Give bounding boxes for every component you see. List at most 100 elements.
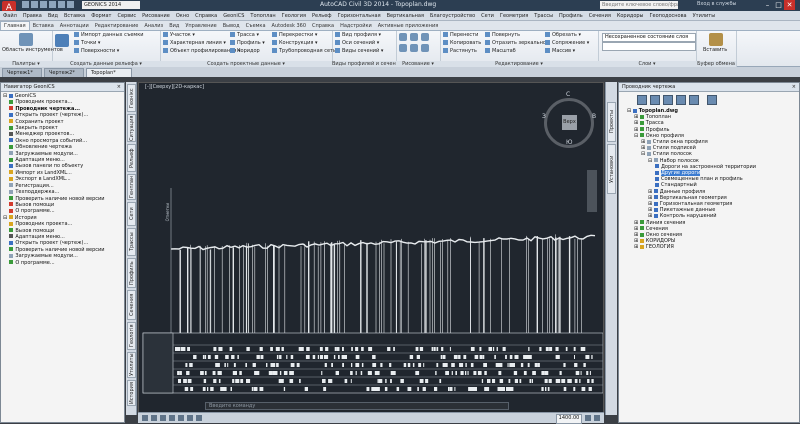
ribbon-tab[interactable]: Съемка [243, 21, 269, 30]
left-tab[interactable]: История [127, 380, 136, 406]
properties-icon[interactable] [650, 95, 660, 105]
menu-item[interactable]: Топоплан [247, 11, 278, 20]
paste-button[interactable]: Вставить [703, 47, 727, 54]
trim-button[interactable]: Обрезать ▾ [545, 32, 581, 39]
navigator-item[interactable]: Проверить наличие новой версии [15, 196, 104, 202]
history-item[interactable]: Открыть проект (чертеж)... [15, 240, 88, 246]
fillet-button[interactable]: Сопряжение ▾ [545, 40, 589, 47]
plot-icon[interactable] [67, 1, 74, 8]
sign-in-link[interactable]: Вход в службы [697, 1, 736, 7]
viewcube-top-face[interactable]: Верх [562, 115, 577, 130]
drawing-explorer-item[interactable]: Профиль [646, 127, 670, 133]
undo-icon[interactable] [49, 1, 56, 8]
expand-icon[interactable]: ⊞ [648, 189, 652, 195]
menu-item[interactable]: Рисование [139, 11, 173, 20]
menu-item[interactable]: Справка [192, 11, 220, 20]
paste-icon[interactable] [709, 33, 723, 46]
drawing-explorer-item[interactable]: Вертикальная геометрия [660, 195, 727, 201]
close-icon[interactable]: × [117, 83, 121, 91]
menu-item[interactable]: Коридоры [614, 11, 647, 20]
menu-item[interactable]: Трассы [531, 11, 556, 20]
ribbon-tab[interactable]: Аннотации [57, 21, 92, 30]
menu-item[interactable]: Вставка [61, 11, 88, 20]
navigator-item[interactable]: Техподдержка... [15, 189, 59, 195]
navigator-item[interactable]: О программе... [15, 208, 54, 214]
doc-tab-topoplan[interactable]: Topoplan* [86, 68, 132, 77]
menu-item[interactable]: Геоподоснова [647, 11, 690, 20]
navigator-item[interactable]: Менеджер проектов... [15, 131, 74, 137]
left-tab[interactable]: Геонікс [127, 84, 136, 112]
menu-item[interactable]: Сети [478, 11, 497, 20]
navigator-item[interactable]: Обновление чертежа [15, 144, 72, 150]
viewport-controls[interactable]: [-][Сверху][2D-каркас] [145, 84, 204, 90]
tree-root-history[interactable]: История [15, 215, 37, 221]
navigator-item[interactable]: Сохранить проект [15, 119, 63, 125]
left-tab[interactable]: Профиль [127, 258, 136, 288]
drawing-explorer-item[interactable]: Окно сечения [646, 232, 682, 238]
menu-item[interactable]: Рельеф [309, 11, 335, 20]
menu-item[interactable]: Сечения [586, 11, 614, 20]
surfaces-button[interactable]: Поверхности ▾ [74, 48, 119, 55]
drawing-explorer-item[interactable]: Трасса [646, 120, 664, 126]
open-icon[interactable] [31, 1, 38, 8]
navigator-item[interactable]: Открыть проект (чертеж)... [15, 112, 88, 118]
expand-icon[interactable]: ⊟ [3, 93, 7, 99]
navigation-bar[interactable] [587, 170, 597, 212]
feature-line-button[interactable]: Характерная линия ▾ [163, 40, 226, 47]
menu-item[interactable]: Геология [279, 11, 309, 20]
ribbon-tab[interactable]: Главная [0, 21, 30, 30]
expand-icon[interactable]: ⊞ [648, 213, 652, 219]
tree-root-geonics[interactable]: GeoniCS [15, 93, 36, 99]
stretch-button[interactable]: Растянуть [443, 48, 477, 55]
close-button[interactable]: ✕ [784, 0, 795, 10]
drawing-explorer-item[interactable]: Окно профиля [646, 133, 684, 139]
ortho-icon[interactable] [169, 415, 175, 421]
ribbon-tab[interactable]: Активные приложения [375, 21, 442, 30]
profile-view-button[interactable]: Вид профиля ▾ [335, 32, 381, 39]
toolbox-icon[interactable] [19, 33, 33, 46]
ribbon-tab[interactable]: Вид [166, 21, 182, 30]
doc-tab-drawing1[interactable]: Чертеж1* [2, 68, 42, 77]
osnap-icon[interactable] [187, 415, 193, 421]
intersections-button[interactable]: Перекрестки ▾ [272, 32, 317, 39]
ribbon-tab[interactable]: Надстройки [337, 21, 375, 30]
pipe-network-button[interactable]: Трубопроводная сеть ▾ [272, 48, 340, 55]
layer-combo[interactable] [602, 42, 696, 51]
model-icon[interactable] [142, 415, 148, 421]
left-tab[interactable]: Рельеф [127, 144, 136, 172]
tab-settings[interactable]: Установки [607, 144, 616, 194]
assembly-button[interactable]: Конструкция ▾ [272, 40, 317, 47]
left-tab[interactable]: Сети [127, 202, 136, 226]
menu-item[interactable]: Геометрия [497, 11, 531, 20]
grading-button[interactable]: Объект профилирования ▾ [163, 48, 241, 55]
points-icon[interactable] [55, 34, 69, 47]
history-item[interactable]: Загружаемые модули... [15, 253, 78, 259]
refresh-icon[interactable] [637, 95, 647, 105]
command-line[interactable]: Введите команду [205, 402, 509, 410]
drawing-explorer-item[interactable]: Стили подписей [653, 145, 696, 151]
menu-item[interactable]: Вертикальная [384, 11, 427, 20]
menu-item[interactable]: Формат [88, 11, 114, 20]
history-item[interactable]: Вызов помощи [15, 228, 54, 234]
ribbon-tab[interactable]: Анализ [141, 21, 166, 30]
menu-item[interactable]: Горизонтальная [335, 11, 384, 20]
drawing-explorer-item[interactable]: КОРИДОРЫ [646, 238, 676, 244]
tree-root-drawing[interactable]: Topoplan.dwg [639, 108, 678, 114]
points-button[interactable]: Точки ▾ [74, 40, 100, 47]
profile-button[interactable]: Профиль ▾ [230, 40, 265, 47]
ribbon-tab[interactable]: Autodesk 360 [269, 21, 310, 30]
hatch-icon[interactable] [410, 44, 418, 52]
expand-icon[interactable]: ⊞ [634, 244, 638, 250]
left-tab[interactable]: Сечения [127, 290, 136, 320]
navigator-item[interactable]: Закрыть проект [15, 125, 57, 131]
expand-icon[interactable] [676, 95, 686, 105]
drawing-explorer-item[interactable]: Набор полосок [660, 158, 699, 164]
ribbon-tab[interactable]: Управление [182, 21, 219, 30]
ribbon-tab[interactable]: Редактирование [92, 21, 142, 30]
line-icon[interactable] [399, 33, 407, 41]
history-item[interactable]: О программе... [15, 260, 54, 266]
rectangle-icon[interactable] [421, 44, 429, 52]
otrack-icon[interactable] [196, 415, 202, 421]
menu-item[interactable]: Утилиты [690, 11, 719, 20]
history-item[interactable]: Проводник проекта... [15, 221, 72, 227]
